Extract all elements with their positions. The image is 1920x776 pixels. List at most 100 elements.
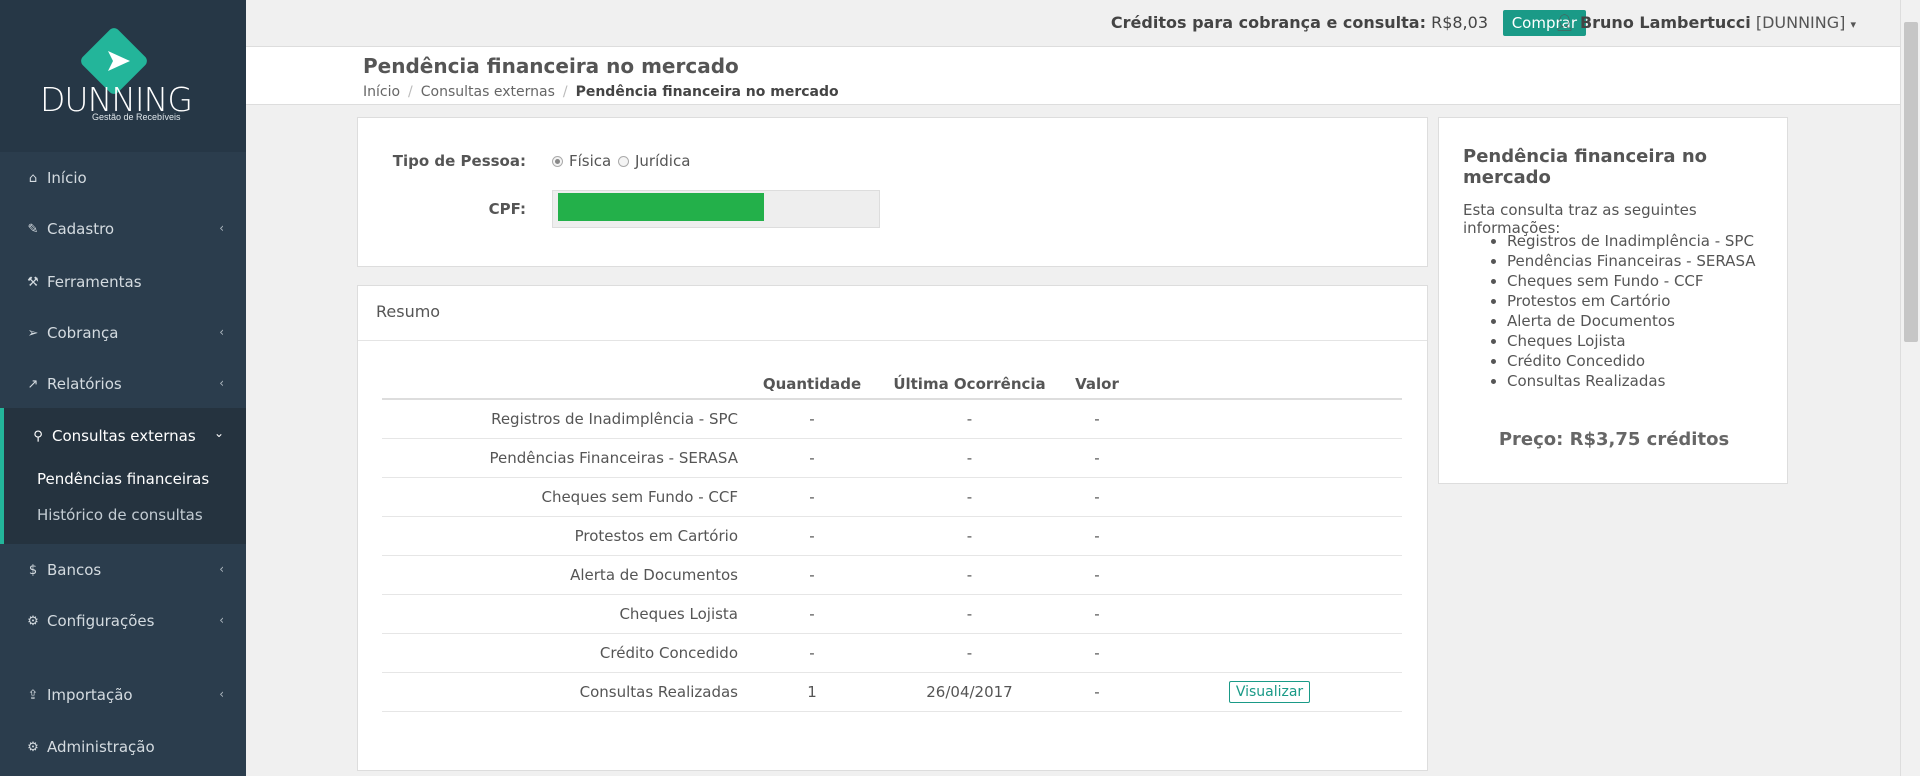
row-action: [1137, 477, 1402, 517]
sidebar-item-importacao[interactable]: ⇪ Importação ‹: [0, 675, 246, 715]
sidebar-item-label: Cobrança: [47, 324, 119, 342]
row-quantidade: -: [742, 516, 882, 556]
credits-label: Créditos para cobrança e consulta:: [1110, 13, 1426, 32]
row-quantidade: -: [742, 594, 882, 634]
visualizar-button[interactable]: Visualizar: [1228, 680, 1311, 703]
sidebar-item-label: Configurações: [47, 612, 155, 630]
user-menu[interactable]: 👤︎ Bruno Lambertucci [DUNNING] ▾: [1555, 13, 1856, 32]
sidebar-item-label: Início: [47, 169, 87, 187]
breadcrumb: Início / Consultas externas / Pendência fina…: [363, 84, 839, 100]
breadcrumb-inicio[interactable]: Início: [363, 84, 400, 100]
table-header-row: Quantidade Última Ocorrência Valor: [382, 369, 1402, 400]
page-scrollbar[interactable]: [1900, 0, 1920, 776]
cpf-input[interactable]: [552, 190, 880, 228]
logo-tagline: Gestão de Recebíveis: [92, 112, 181, 122]
row-label: Consultas Realizadas: [382, 672, 742, 712]
sidebar-item-configuracoes[interactable]: ⚙ Configurações ‹: [0, 601, 246, 641]
row-action: [1137, 555, 1402, 595]
page-title: Pendência financeira no mercado: [363, 54, 739, 78]
sidebar-item-consultas-externas[interactable]: ⚲ Consultas externas ⌄: [0, 416, 246, 456]
topbar: Créditos para cobrança e consulta: R$8,0…: [246, 0, 1900, 47]
row-ultima: -: [882, 555, 1057, 595]
row-label: Registros de Inadimplência - SPC: [382, 399, 742, 439]
row-valor: -: [1057, 555, 1137, 595]
info-panel: Pendência financeira no mercado Esta con…: [1438, 117, 1788, 484]
row-quantidade: -: [742, 477, 882, 517]
breadcrumb-current: Pendência financeira no mercado: [575, 84, 839, 100]
breadcrumb-separator: /: [408, 84, 413, 100]
row-valor: -: [1057, 633, 1137, 673]
chevron-left-icon: ‹: [219, 562, 224, 576]
row-label: Alerta de Documentos: [382, 555, 742, 595]
user-name: Bruno Lambertucci: [1579, 13, 1751, 32]
resumo-table: Quantidade Última Ocorrência Valor Regis…: [382, 369, 1402, 712]
caret-down-icon: ▾: [1850, 18, 1856, 31]
cpf-redaction: [558, 193, 764, 221]
sidebar-item-label: Relatórios: [47, 375, 122, 393]
sidebar-item-label: Importação: [47, 686, 133, 704]
sidebar-item-cobranca[interactable]: ➢ Cobrança ‹: [0, 313, 246, 353]
row-quantidade: -: [742, 633, 882, 673]
credits-display: Créditos para cobrança e consulta: R$8,0…: [1111, 13, 1488, 32]
sidebar-item-relatorios[interactable]: ↗ Relatórios ‹: [0, 364, 246, 404]
edit-icon: ✎: [27, 221, 39, 237]
row-ultima: -: [882, 477, 1057, 517]
header-valor: Valor: [1057, 369, 1137, 400]
scrollbar-thumb[interactable]: [1904, 22, 1918, 342]
list-item: Pendências Financeiras - SERASA: [1507, 251, 1756, 271]
row-quantidade: -: [742, 438, 882, 478]
table-row: Registros de Inadimplência - SPC - - -: [382, 399, 1402, 439]
tipo-pessoa-label: Tipo de Pessoa:: [392, 152, 526, 170]
search-icon: ⚲: [33, 428, 43, 444]
list-item: Cheques Lojista: [1507, 331, 1756, 351]
row-action: [1137, 633, 1402, 673]
radio-juridica[interactable]: [618, 156, 629, 167]
row-action: [1137, 438, 1402, 478]
resumo-panel: Resumo Quantidade Última Ocorrência Valo…: [357, 285, 1428, 771]
chevron-left-icon: ‹: [219, 376, 224, 390]
sidebar-item-label: Ferramentas: [47, 273, 142, 291]
page-header: Pendência financeira no mercado Início / C…: [246, 47, 1900, 105]
search-form-panel: Tipo de Pessoa: Física Jurídica CPF:: [357, 117, 1428, 267]
play-arrow-icon: [108, 51, 130, 71]
sidebar-subitem-pendencias[interactable]: Pendências financeiras: [37, 470, 209, 488]
row-ultima: -: [882, 516, 1057, 556]
list-item: Alerta de Documentos: [1507, 311, 1756, 331]
user-icon: 👤︎: [1554, 13, 1575, 32]
chevron-down-icon: ⌄: [213, 426, 224, 440]
row-label: Cheques Lojista: [382, 594, 742, 634]
row-valor: -: [1057, 672, 1137, 712]
gear-icon: ⚙: [27, 613, 39, 629]
chevron-left-icon: ‹: [219, 325, 224, 339]
row-ultima: -: [882, 399, 1057, 439]
sidebar-item-label: Consultas externas: [52, 427, 196, 445]
send-icon: ➢: [27, 325, 39, 341]
home-icon: ⌂: [28, 170, 38, 186]
radio-fisica[interactable]: [552, 156, 563, 167]
info-price: Preço: R$3,75 créditos: [1498, 429, 1730, 450]
row-quantidade: 1: [742, 672, 882, 712]
radio-fisica-label[interactable]: Física: [569, 152, 611, 170]
sidebar-item-inicio[interactable]: ⌂ Início: [0, 158, 246, 198]
row-ultima: 26/04/2017: [882, 672, 1057, 712]
logo[interactable]: DUNNING Gestão de Recebíveis: [0, 0, 246, 152]
cpf-label: CPF:: [488, 200, 526, 218]
sidebar-item-administracao[interactable]: ⚙ Administração: [0, 727, 246, 767]
dollar-icon: $: [28, 562, 38, 578]
row-ultima: -: [882, 633, 1057, 673]
sidebar-item-cadastro[interactable]: ✎ Cadastro ‹: [0, 209, 246, 249]
wrench-icon: ⚒: [27, 274, 39, 290]
table-row: Alerta de Documentos - - -: [382, 555, 1402, 595]
chevron-left-icon: ‹: [219, 221, 224, 235]
info-list: Registros de Inadimplência - SPC Pendênc…: [1483, 231, 1756, 391]
row-quantidade: -: [742, 555, 882, 595]
breadcrumb-separator: /: [562, 84, 568, 100]
sidebar-item-ferramentas[interactable]: ⚒ Ferramentas: [0, 262, 246, 302]
gears-icon: ⚙: [27, 739, 39, 755]
radio-juridica-label[interactable]: Jurídica: [635, 152, 690, 170]
row-ultima: -: [882, 594, 1057, 634]
sidebar-subitem-historico[interactable]: Histórico de consultas: [37, 506, 203, 524]
breadcrumb-consultas[interactable]: Consultas externas: [421, 84, 555, 100]
table-row: Cheques Lojista - - -: [382, 594, 1402, 634]
sidebar-item-bancos[interactable]: $ Bancos ‹: [0, 550, 246, 590]
